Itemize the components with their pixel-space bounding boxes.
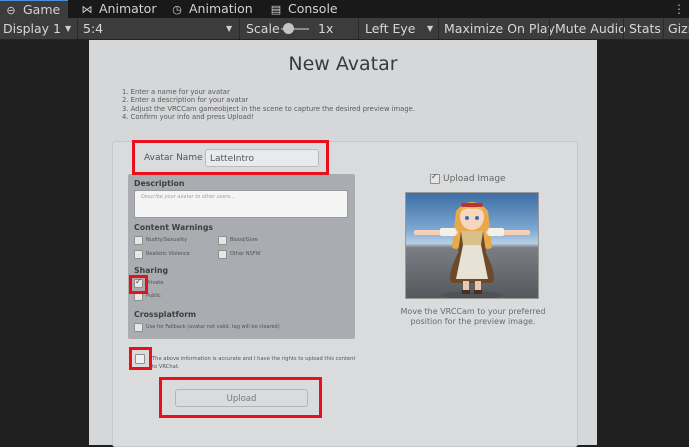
tab-console-label: Console [288, 1, 338, 16]
rights-label-line1: The above information is accurate and I … [152, 356, 356, 362]
tab-animator[interactable]: ⋈ Animator [80, 0, 157, 18]
avatar-figure [414, 202, 530, 298]
fallback-label: Use for Fallback (avatar not valid, tag … [146, 324, 280, 330]
tab-game-label: Game [23, 2, 61, 17]
game-view-toolbar: Display 1 ▼ 5:4 ▼ Scale 1x Left Eye ▼ Ma… [0, 18, 689, 40]
highlight-avatar-name [132, 140, 329, 175]
chevron-down-icon: ▼ [427, 24, 434, 33]
content-warnings-heading: Content Warnings [134, 223, 214, 232]
highlight-private-checkbox [129, 275, 148, 294]
blood-gore-checkbox[interactable] [218, 236, 227, 245]
sharing-heading: Sharing [134, 266, 169, 275]
description-heading: Description [134, 179, 185, 188]
editor-tab-bar: ⊖ Game ⋈ Animator ◷ Animation ▤ Console ⋮ [0, 0, 689, 18]
aspect-dropdown[interactable]: 5:4 [77, 18, 103, 39]
display-value: Display 1 [3, 21, 62, 36]
preview-caption-line1: Move the VRCCam to your preferred [400, 307, 546, 316]
nudity-label: Nudity/Sexuality [146, 237, 188, 243]
console-icon: ▤ [270, 3, 282, 16]
more-options-icon[interactable]: ⋮ [673, 0, 685, 18]
tab-animation[interactable]: ◷ Animation [170, 0, 253, 18]
instruction-line: 3. Adjust the VRCCam gameobject in the s… [122, 104, 415, 113]
other-nsfw-label: Other NSFW [230, 251, 261, 257]
violence-checkbox[interactable] [134, 250, 143, 259]
avatar-preview-image [405, 192, 539, 299]
highlight-rights-checkbox [129, 347, 152, 370]
instruction-line: 4. Confirm your info and press Upload! [122, 113, 254, 122]
scale-value: 1x [318, 21, 334, 36]
rights-label-line2: to VRChat. [152, 364, 180, 370]
nudity-checkbox[interactable] [134, 236, 143, 245]
scale-label: Scale [239, 18, 280, 39]
tab-console[interactable]: ▤ Console [269, 0, 338, 18]
preview-caption: Move the VRCCam to your preferred positi… [380, 307, 566, 327]
clock-icon: ◷ [172, 3, 182, 16]
instruction-line: 2. Enter a description for your avatar [122, 96, 249, 105]
scale-slider-handle[interactable] [283, 23, 294, 34]
instruction-line: 1. Enter a name for your avatar [122, 88, 230, 96]
other-nsfw-checkbox[interactable] [218, 250, 227, 259]
aspect-value: 5:4 [83, 21, 104, 36]
description-placeholder: Describe your avatar to other users... [141, 194, 235, 200]
public-label: Public [146, 293, 161, 299]
preview-caption-line2: position for the preview image. [410, 317, 536, 326]
chevron-down-icon: ▼ [226, 24, 233, 33]
mute-audio-toggle[interactable]: Mute Audio [549, 18, 626, 39]
maximize-on-play-toggle[interactable]: Maximize On Play [438, 18, 555, 39]
tab-animation-label: Animation [189, 1, 253, 16]
upload-image-checkbox[interactable] [430, 172, 440, 184]
gizmos-dropdown[interactable]: Gizmos [663, 18, 689, 39]
violence-label: Realistic Violence [146, 251, 190, 257]
display-dropdown[interactable]: Display 1 [3, 18, 61, 39]
eye-dropdown[interactable]: Left Eye [358, 18, 415, 39]
upload-image-label: Upload Image [443, 174, 506, 184]
eye-value: Left Eye [365, 21, 416, 36]
page-title: New Avatar [288, 53, 398, 75]
animator-icon: ⋈ [81, 3, 93, 16]
fallback-checkbox[interactable] [134, 323, 143, 332]
tab-animator-label: Animator [99, 1, 157, 16]
crossplatform-heading: Crossplatform [134, 310, 197, 319]
tab-game[interactable]: ⊖ Game [0, 0, 68, 18]
blood-gore-label: Blood/Gore [230, 237, 258, 243]
instructions: 1. Enter a name for your avatar 2. Enter… [122, 88, 415, 122]
chevron-down-icon: ▼ [65, 24, 72, 33]
highlight-upload-button [159, 377, 322, 418]
stats-toggle[interactable]: Stats [623, 18, 661, 39]
private-label: Private [146, 280, 164, 286]
